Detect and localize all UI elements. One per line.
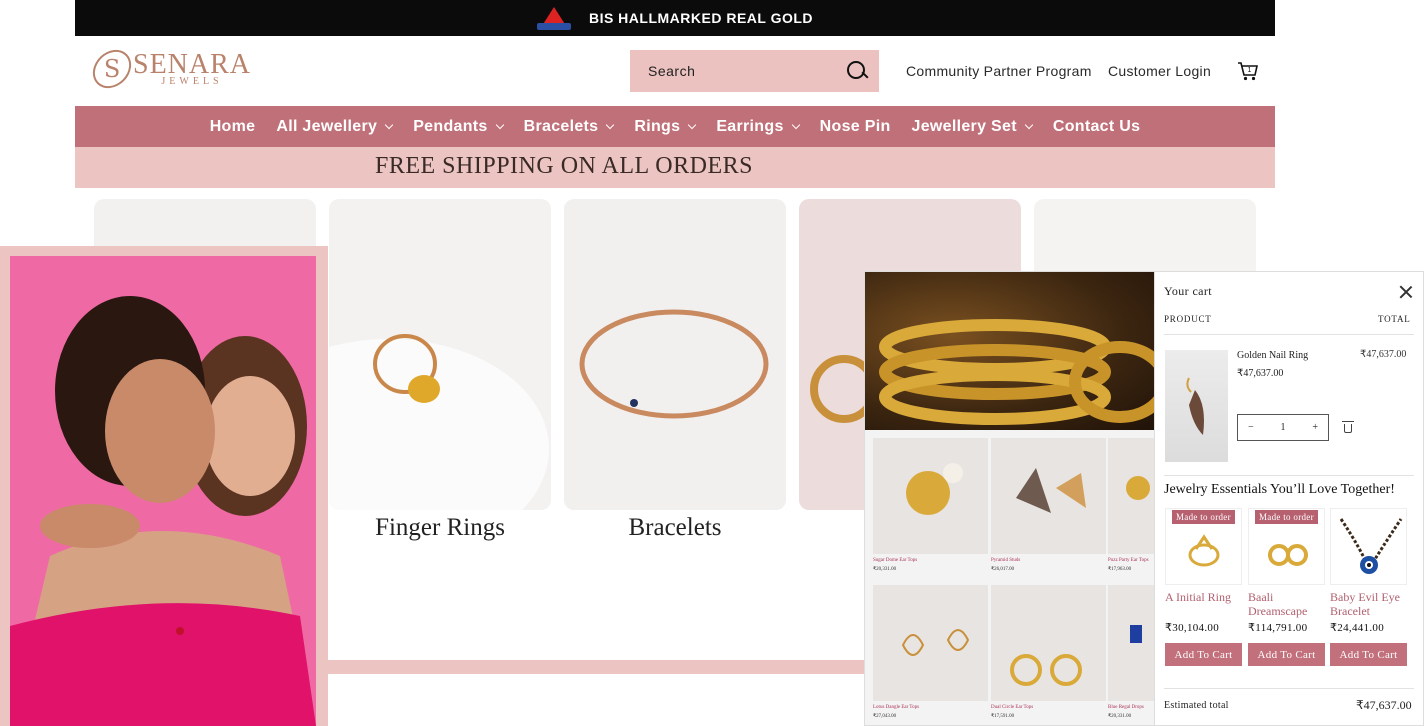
product-price: ₹26,017.00 (991, 567, 1015, 572)
made-to-order-badge: Made to order (1172, 510, 1235, 524)
category-label-finger-rings[interactable]: Finger Rings (329, 514, 551, 542)
estimated-total-value: ₹47,637.00 (1356, 698, 1412, 712)
bis-logo-icon (536, 5, 571, 31)
cart-column-total: TOTAL (1378, 314, 1411, 324)
model-photo (10, 256, 316, 726)
chevron-down-icon (606, 120, 615, 130)
cart-item-price: ₹47,637.00 (1237, 368, 1284, 379)
site-header: S SENARA JEWELS Search Community Partner… (75, 36, 1275, 106)
estimated-total-label: Estimated total (1164, 700, 1229, 711)
product-tile[interactable] (873, 585, 988, 701)
product-price: ₹17,963.00 (1108, 567, 1132, 572)
add-to-cart-button[interactable]: Add To Cart (1165, 643, 1242, 666)
model-photo-frame (0, 246, 328, 726)
cart-count: 1 (1248, 67, 1252, 74)
product-tile[interactable] (991, 438, 1106, 554)
product-name: Lotus Dangle Ear Tops (873, 705, 920, 710)
main-nav: Home All Jewellery Pendants Bracelets Ri… (75, 106, 1275, 147)
add-to-cart-button[interactable]: Add To Cart (1248, 643, 1325, 666)
product-tile[interactable] (1108, 585, 1155, 701)
cart-title: Your cart (1164, 284, 1213, 298)
product-name: Sugar Dome Ear Tops (873, 558, 918, 563)
cart-icon[interactable]: 1 (1237, 60, 1259, 82)
cart-item-name[interactable]: Golden Nail Ring (1237, 350, 1308, 361)
product-name: Dual Circle Ear Tops (991, 705, 1034, 710)
product-price: ₹20,331.00 (1108, 714, 1132, 719)
product-tile[interactable] (991, 585, 1106, 701)
chevron-down-icon (791, 120, 800, 130)
cart-item-image[interactable] (1165, 350, 1228, 462)
quantity-decrease-button[interactable]: − (1248, 422, 1254, 433)
recommendation-price: ₹114,791.00 (1248, 622, 1308, 634)
nav-item-rings[interactable]: Rings (634, 118, 697, 136)
product-name: Blue Regal Drops (1108, 705, 1144, 710)
divider-strip (326, 660, 866, 674)
add-to-cart-button[interactable]: Add To Cart (1330, 643, 1407, 666)
cart-drawer: Your cart PRODUCT TOTAL Golden Nail Ring… (1154, 271, 1424, 726)
logo-monogram-icon: S (85, 42, 139, 96)
recommendation-price: ₹24,441.00 (1330, 622, 1384, 634)
product-name: Puzz Party Ear Tops (1108, 558, 1149, 563)
divider (1164, 475, 1414, 476)
recommendation-price: ₹30,104.00 (1165, 622, 1219, 634)
quantity-input[interactable]: 1 (1281, 422, 1286, 433)
recommendation-image[interactable]: Made to order (1165, 508, 1242, 585)
product-tile[interactable] (873, 438, 988, 554)
customer-login-link[interactable]: Customer Login (1108, 63, 1211, 79)
cart-column-product: PRODUCT (1164, 314, 1212, 324)
recommendation-image[interactable] (1330, 508, 1407, 585)
nav-item-nose-pin[interactable]: Nose Pin (820, 118, 891, 136)
recommendation-image[interactable]: Made to order (1248, 508, 1325, 585)
nav-item-contact-us[interactable]: Contact Us (1053, 118, 1140, 136)
recommendation-name[interactable]: Baali Dreamscape (1248, 590, 1325, 620)
announcement-bar: BIS HALLMARKED REAL GOLD (75, 0, 1275, 36)
trash-icon[interactable] (1342, 421, 1354, 433)
divider (1164, 688, 1414, 689)
product-price: ₹27,043.00 (873, 714, 897, 719)
category-card-bracelets[interactable] (564, 199, 786, 510)
quantity-increase-button[interactable]: + (1312, 422, 1318, 433)
product-name: Pyramid Studs (991, 558, 1021, 563)
recommendation-card[interactable]: Made to order A Initial Ring ₹30,104.00 (1165, 508, 1242, 634)
quantity-stepper: − 1 + (1237, 414, 1329, 441)
product-price: ₹17,591.00 (991, 714, 1015, 719)
chevron-down-icon (688, 120, 697, 130)
nav-item-jewellery-set[interactable]: Jewellery Set (912, 118, 1034, 136)
finger-ring-image (329, 334, 549, 510)
logo-name: SENARA (133, 49, 252, 80)
recommendation-name[interactable]: A Initial Ring (1165, 590, 1242, 620)
shipping-banner: FREE SHIPPING ON ALL ORDERS (75, 147, 1275, 188)
shipping-banner-text: FREE SHIPPING ON ALL ORDERS (375, 153, 753, 179)
nav-item-home[interactable]: Home (210, 118, 256, 136)
recommendation-card[interactable]: Baby Evil Eye Bracelet ₹24,441.00 (1330, 508, 1407, 634)
nav-item-earrings[interactable]: Earrings (716, 118, 800, 136)
category-card-finger-rings[interactable] (329, 199, 551, 510)
nav-item-bracelets[interactable]: Bracelets (524, 118, 615, 136)
made-to-order-badge: Made to order (1255, 510, 1318, 524)
recommendation-card[interactable]: Made to order Baali Dreamscape ₹114,791.… (1248, 508, 1325, 634)
search-bar[interactable]: Search (630, 50, 879, 92)
chevron-down-icon (384, 120, 394, 130)
close-icon[interactable] (1399, 285, 1413, 299)
category-label-bracelets[interactable]: Bracelets (564, 514, 786, 542)
recommendations-heading: Jewelry Essentials You’ll Love Together! (1164, 482, 1395, 497)
product-price: ₹20,331.00 (873, 567, 897, 572)
bracelet-image (579, 309, 769, 419)
gold-bangles-image (865, 272, 1155, 430)
search-icon[interactable] (847, 61, 867, 81)
product-tile[interactable] (1108, 438, 1155, 554)
cart-item-total: ₹47,637.00 (1360, 349, 1407, 360)
chevron-down-icon (1024, 120, 1034, 130)
search-input[interactable]: Search (648, 63, 847, 79)
divider (1164, 334, 1414, 335)
chevron-down-icon (495, 120, 504, 130)
nav-item-all-jewellery[interactable]: All Jewellery (276, 118, 394, 136)
community-partner-link[interactable]: Community Partner Program (906, 63, 1092, 79)
nav-item-pendants[interactable]: Pendants (413, 118, 504, 136)
logo[interactable]: S SENARA JEWELS (85, 42, 252, 96)
product-collage-overlay: Sugar Dome Ear Tops ₹20,331.00 Pyramid S… (864, 271, 1156, 726)
recommendation-name[interactable]: Baby Evil Eye Bracelet (1330, 590, 1407, 620)
announcement-text: BIS HALLMARKED REAL GOLD (588, 10, 814, 26)
